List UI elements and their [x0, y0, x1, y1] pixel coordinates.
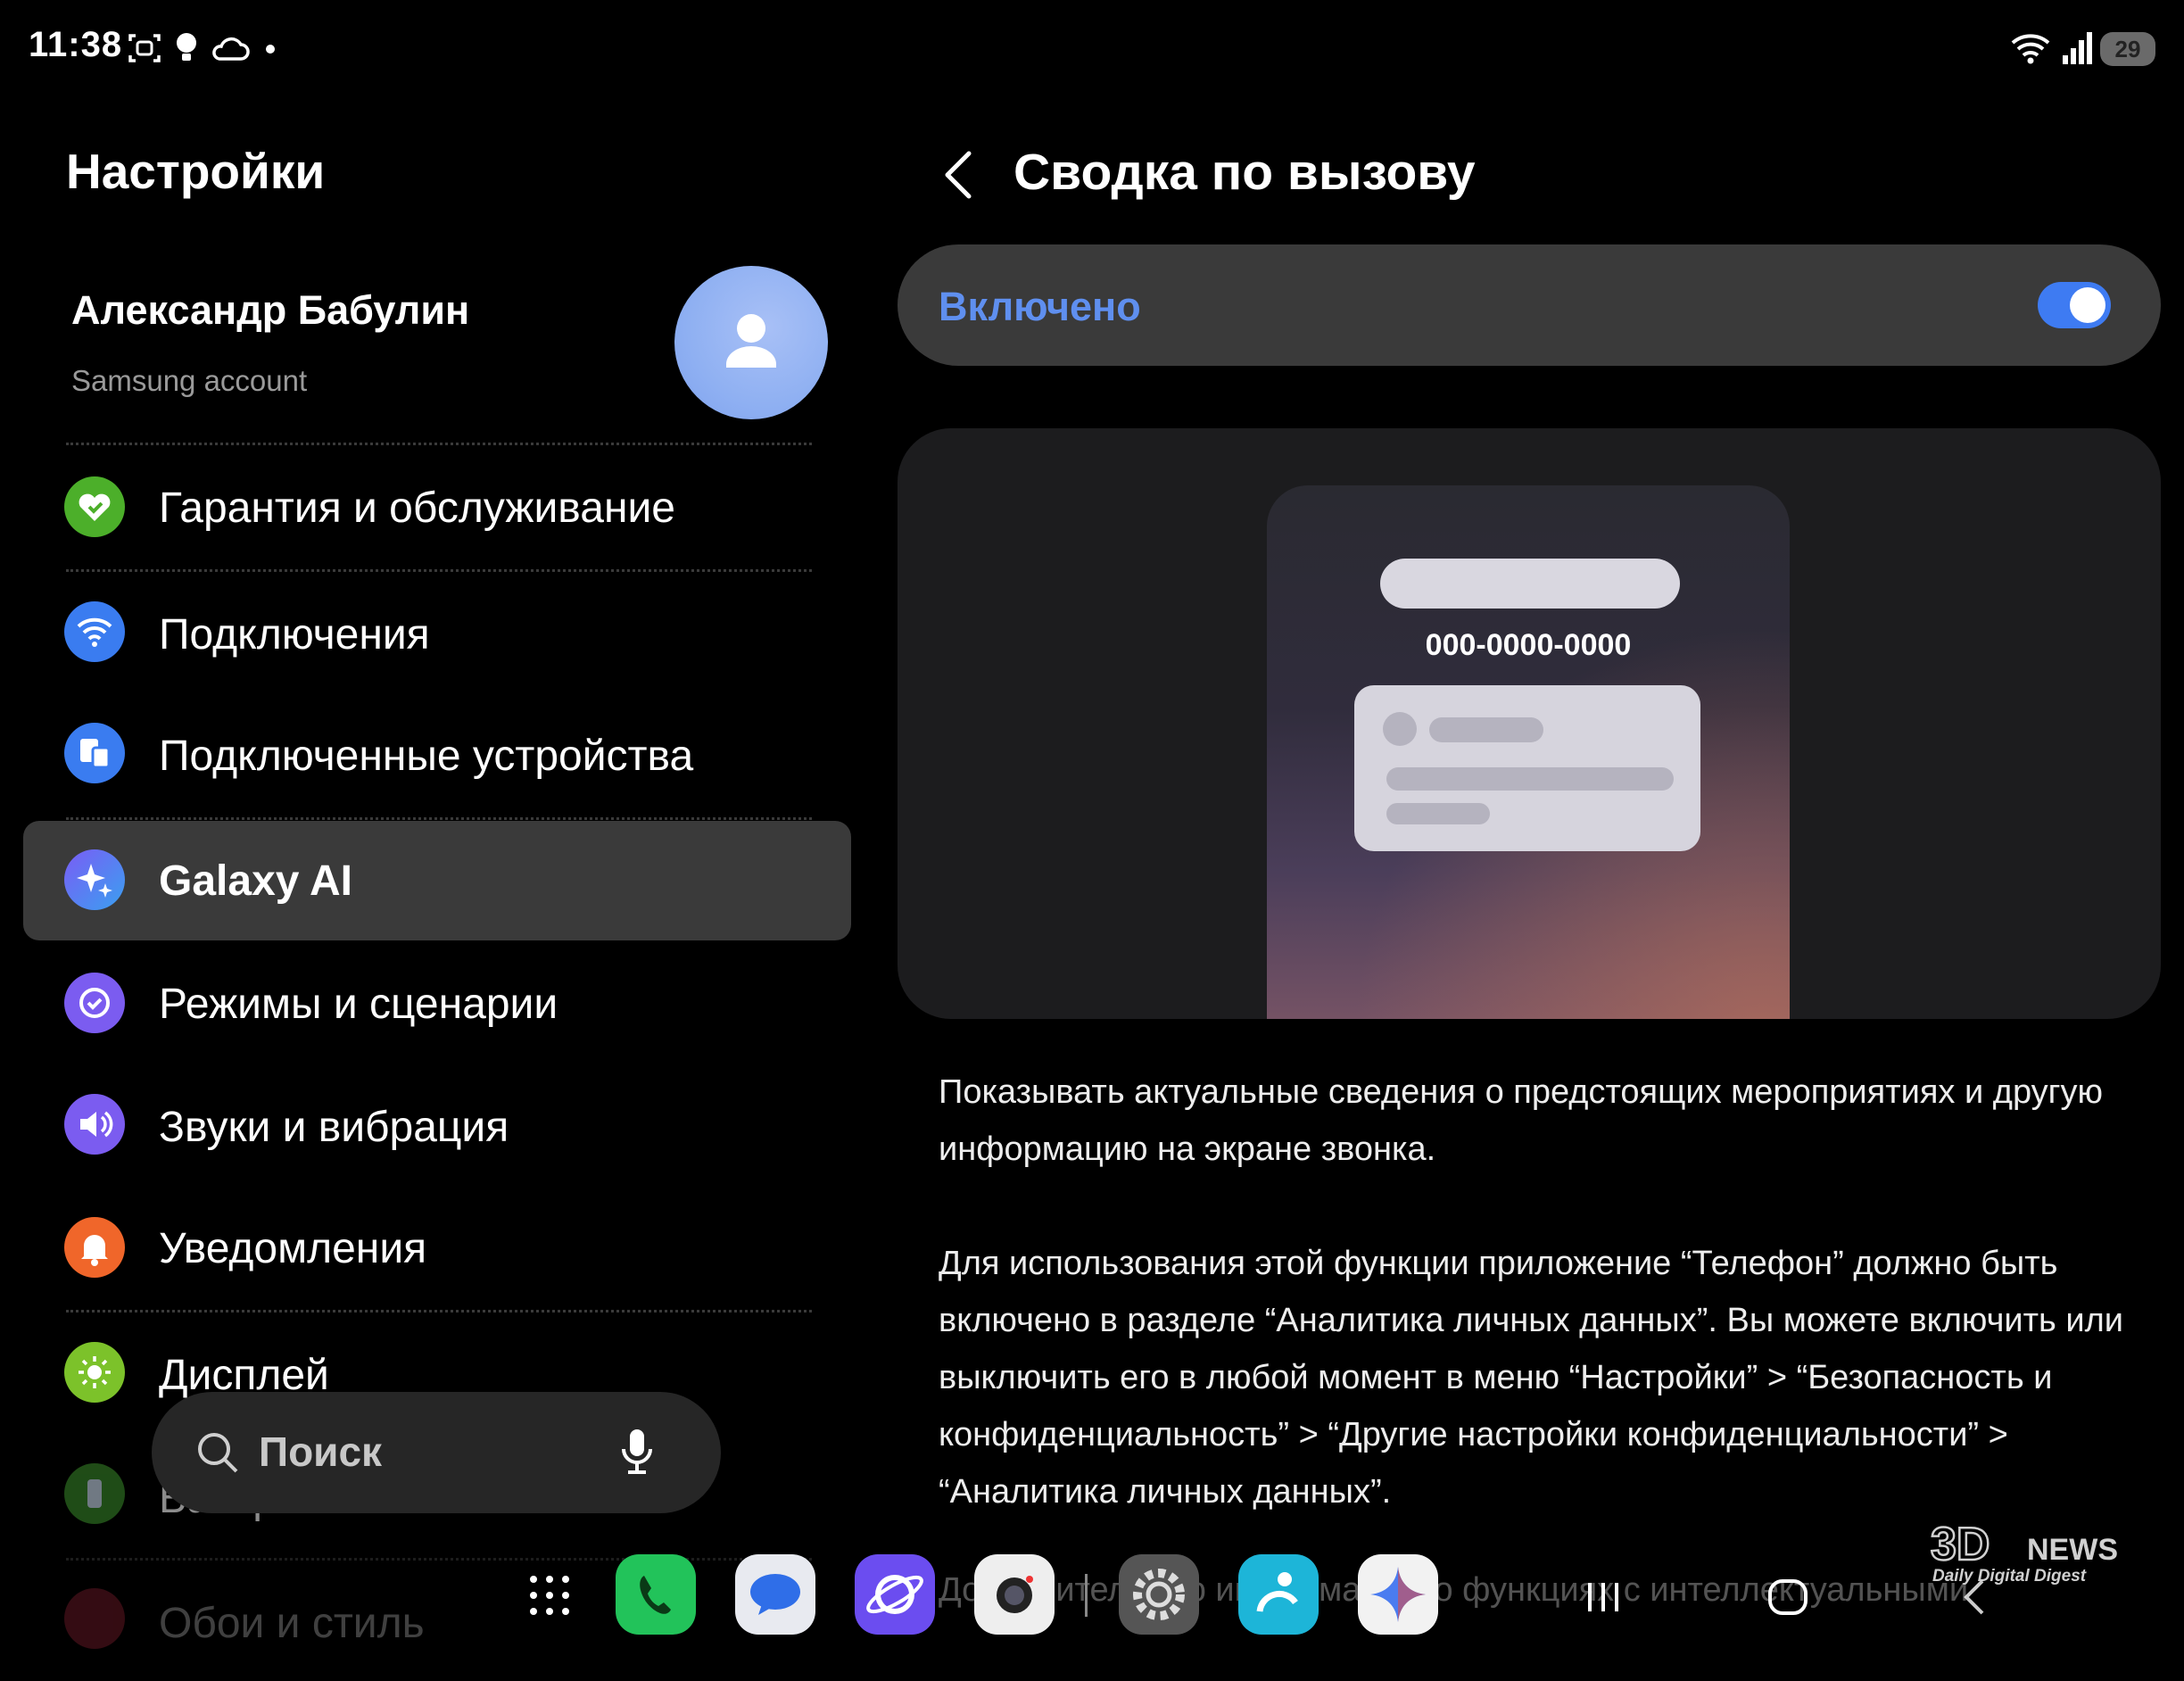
- detail-title: Сводка по вызову: [1013, 144, 1476, 201]
- account-name: Александр Бабулин: [71, 287, 470, 333]
- sidebar-item-wallpaper[interactable]: Обои и стиль: [23, 1561, 851, 1681]
- sidebar-item-connections[interactable]: Подключения: [23, 575, 851, 694]
- search-icon: [198, 1433, 238, 1473]
- svg-text:Daily Digital Digest: Daily Digital Digest: [1932, 1567, 2087, 1586]
- screenshot-icon: [128, 34, 161, 62]
- sidebar-item-label: Подключения: [159, 611, 430, 658]
- phone-app-icon[interactable]: [616, 1554, 696, 1635]
- sidebar-item-label: Режимы и сценарии: [159, 981, 558, 1028]
- description-paragraph: Показывать актуальные сведения о предсто…: [939, 1073, 2104, 1168]
- gemini-app-icon[interactable]: [1358, 1554, 1438, 1635]
- divider: [66, 569, 812, 572]
- back-button[interactable]: [937, 148, 981, 202]
- sidebar-item-galaxy-ai[interactable]: Galaxy AI: [23, 821, 851, 940]
- divider: [66, 443, 812, 445]
- preview-illustration: 000-0000-0000: [898, 428, 2161, 1019]
- sidebar-item-modes[interactable]: Режимы и сценарии: [23, 944, 851, 1064]
- sidebar-item-notifications[interactable]: Уведомления: [23, 1190, 851, 1310]
- svg-text:3D: 3D: [1931, 1519, 1990, 1570]
- mic-icon[interactable]: [619, 1426, 655, 1479]
- sidebar-item-warranty[interactable]: Гарантия и обслуживание: [23, 448, 851, 567]
- battery-level: 29: [2114, 36, 2141, 62]
- account-subtitle: Samsung account: [71, 364, 308, 397]
- divider: [66, 1558, 812, 1561]
- internet-app-icon[interactable]: [855, 1554, 935, 1635]
- phone-mockup: 000-0000-0000: [1267, 485, 1790, 1019]
- sparkle-icon: [64, 849, 125, 910]
- avatar[interactable]: [674, 266, 828, 419]
- 3dnews-logo: 3D NEWS Daily Digital Digest: [1930, 1518, 2118, 1586]
- sidebar-item-label: Подключенные устройства: [159, 733, 694, 780]
- bulb-icon: [177, 33, 196, 61]
- heart-icon: [64, 476, 125, 537]
- divider: [66, 817, 812, 820]
- search-bar[interactable]: Поиск: [152, 1392, 721, 1513]
- recents-icon[interactable]: [1584, 1579, 1622, 1615]
- svg-text:NEWS: NEWS: [2027, 1533, 2118, 1567]
- dock-divider: [1085, 1574, 1088, 1617]
- home-icon[interactable]: [1766, 1577, 1809, 1617]
- bell-icon: [64, 1217, 125, 1278]
- wifi-icon: [2011, 34, 2050, 64]
- sun-icon: [64, 1342, 125, 1403]
- cloud-icon: [212, 37, 250, 61]
- search-label: Поиск: [259, 1428, 383, 1475]
- speaker-icon: [64, 1094, 125, 1155]
- sidebar-item-label: Уведомления: [159, 1225, 427, 1272]
- settings-app-icon[interactable]: [1119, 1554, 1199, 1635]
- bixby-app-icon[interactable]: [1238, 1554, 1319, 1635]
- 3dnews-watermark: 3D NEWS Daily Digital Digest: [1927, 1517, 2150, 1588]
- devices-icon: [64, 723, 125, 783]
- caller-number: 000-0000-0000: [1425, 628, 1632, 662]
- signal-icon: [2063, 32, 2092, 64]
- master-toggle-row[interactable]: Включено: [898, 244, 2161, 366]
- summary-card-placeholder: [1354, 685, 1700, 851]
- description-paragraph: Для использования этой функции приложени…: [939, 1245, 2123, 1511]
- sidebar-item-label: Galaxy AI: [159, 857, 353, 905]
- toggle-knob: [2070, 287, 2105, 323]
- check-circle-icon: [64, 973, 125, 1033]
- sidebar-item-label: Обои и стиль: [159, 1600, 425, 1647]
- toggle-label: Включено: [939, 284, 1141, 329]
- caller-name-placeholder: [1380, 559, 1680, 609]
- toggle-switch[interactable]: [2038, 282, 2111, 328]
- battery-icon: 29: [2100, 32, 2155, 66]
- sidebar-item-connected-devices[interactable]: Подключенные устройства: [23, 698, 851, 817]
- camera-app-icon[interactable]: [974, 1554, 1055, 1635]
- sidebar-item-label: Гарантия и обслуживание: [159, 484, 675, 532]
- battery-icon: [64, 1463, 125, 1524]
- wallpaper-icon: [64, 1588, 125, 1649]
- sidebar-item-label: Звуки и вибрация: [159, 1104, 509, 1151]
- dot-icon: [266, 45, 275, 54]
- apps-grid-icon[interactable]: [526, 1572, 573, 1619]
- status-time: 11:38: [29, 25, 123, 64]
- page-title: Настройки: [66, 144, 326, 199]
- messages-app-icon[interactable]: [735, 1554, 815, 1635]
- divider: [66, 1310, 812, 1313]
- wifi-icon: [64, 601, 125, 662]
- sidebar-item-sounds[interactable]: Звуки и вибрация: [23, 1067, 851, 1187]
- person-icon: [726, 314, 776, 368]
